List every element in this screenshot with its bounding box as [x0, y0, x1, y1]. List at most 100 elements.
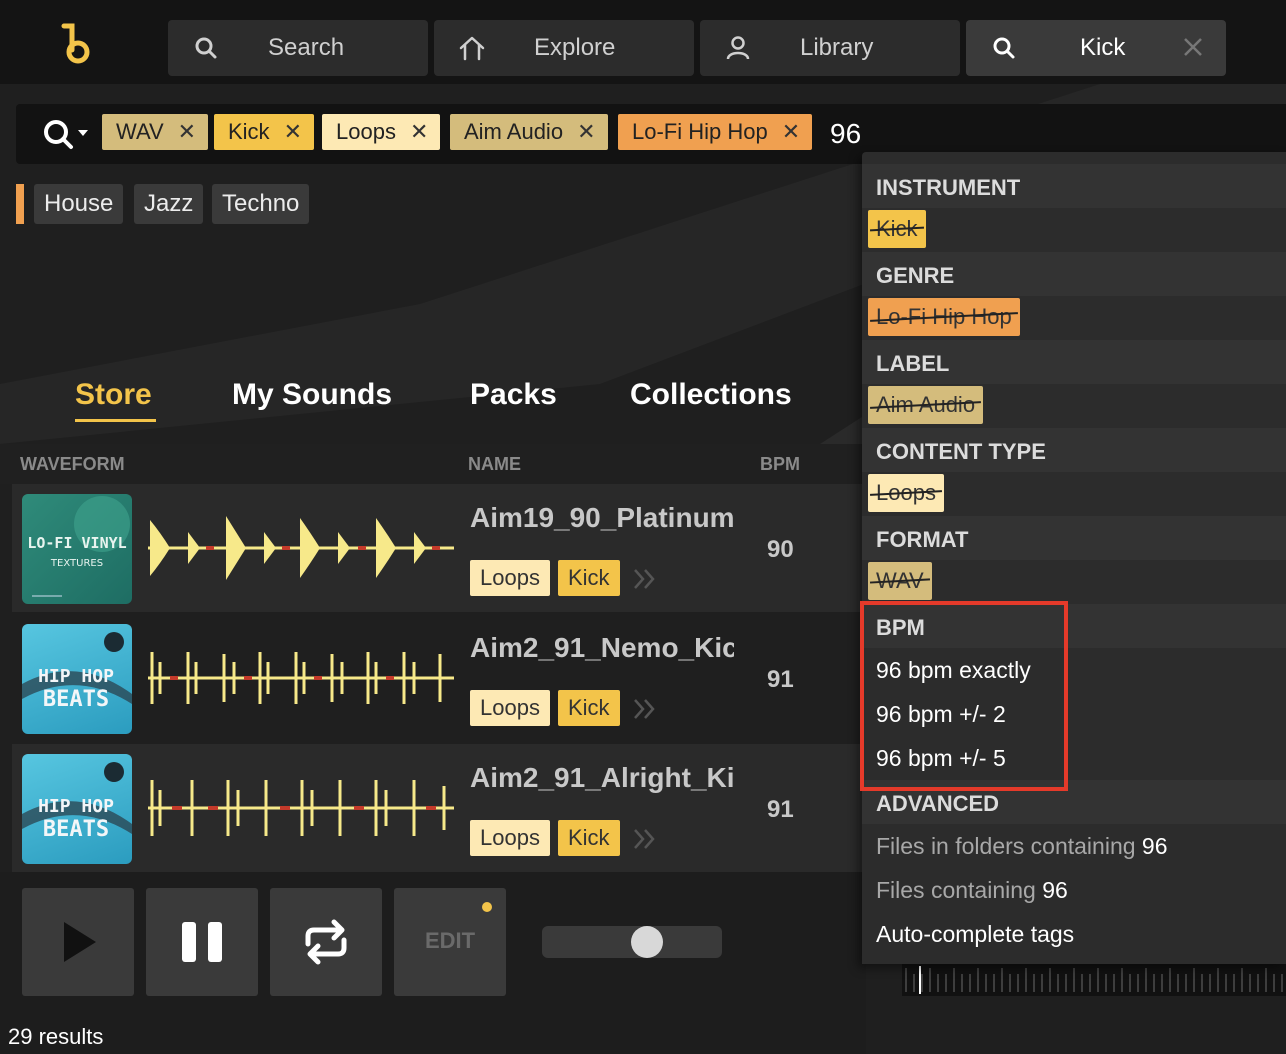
table-row[interactable]: HIP HOP BEATS Aim2_91_Nemo_Kic Loops Kic…: [12, 614, 866, 742]
nav-tab-label: Kick: [1080, 34, 1126, 61]
app-logo[interactable]: [56, 22, 96, 66]
tab-store[interactable]: Store: [75, 378, 152, 412]
remove-chip-icon[interactable]: ✕: [284, 119, 302, 145]
results-count: 29 results: [8, 1024, 104, 1049]
pack-cover[interactable]: LO-FI VINYL TEXTURES: [22, 494, 132, 604]
sample-bpm: 90: [767, 536, 794, 563]
loop-button[interactable]: [270, 888, 382, 996]
section-header-genre: GENRE: [862, 252, 1286, 296]
tab-collections[interactable]: Collections: [630, 378, 792, 412]
active-tab-underline: [75, 419, 156, 422]
close-tab-icon[interactable]: [1180, 34, 1206, 60]
search-icon: [993, 37, 1015, 59]
search-options-icon[interactable]: [42, 116, 92, 152]
filter-chip-loops[interactable]: Loops ✕: [322, 114, 441, 150]
more-tags-icon[interactable]: [632, 566, 658, 592]
nav-tab-search[interactable]: Search: [168, 20, 428, 76]
chip-label: Loops: [336, 119, 396, 144]
genre-chip-jazz[interactable]: Jazz: [134, 184, 204, 224]
sample-bpm: 91: [767, 796, 794, 823]
pack-cover-art: LO-FI VINYL TEXTURES: [27, 496, 130, 597]
search-icon: [195, 37, 217, 59]
waveform[interactable]: [148, 762, 454, 854]
dropdown-tag-lofi-hip-hop[interactable]: Lo-Fi Hip Hop: [868, 298, 1020, 336]
tab-my-sounds[interactable]: My Sounds: [232, 378, 392, 412]
pause-button[interactable]: [146, 888, 258, 996]
timeline-ticks: [902, 964, 1286, 996]
edit-indicator-dot: [482, 902, 492, 912]
column-header-name[interactable]: NAME: [468, 454, 521, 475]
tag-kick[interactable]: Kick: [558, 560, 620, 596]
chip-label: WAV: [116, 119, 164, 144]
tab-packs[interactable]: Packs: [470, 378, 557, 412]
pause-icon: [182, 922, 222, 962]
cover-subtitle: BEATS: [43, 817, 109, 842]
section-title: LABEL: [876, 351, 950, 376]
sample-bpm: 91: [767, 666, 794, 693]
waveform[interactable]: [148, 632, 454, 724]
remove-chip-icon[interactable]: ✕: [410, 119, 428, 145]
genre-indicator: [16, 184, 24, 224]
cover-subtitle: BEATS: [43, 687, 109, 712]
advanced-option-files[interactable]: Files containing 96: [876, 877, 1068, 904]
more-tags-icon[interactable]: [632, 696, 658, 722]
dropdown-tag-loops[interactable]: Loops: [868, 474, 944, 512]
dropdown-tag-kick[interactable]: Kick: [868, 210, 926, 248]
more-tags-icon[interactable]: [632, 826, 658, 852]
filter-chip-kick[interactable]: Kick ✕: [214, 114, 314, 150]
table-row[interactable]: HIP HOP BEATS Aim2_91_Alright_Ki Loops K…: [12, 744, 866, 872]
table-row[interactable]: LO-FI VINYL TEXTURES Aim19_90_Platinum L…: [12, 484, 866, 612]
option-query: 96: [1141, 833, 1168, 859]
chip-label: Kick: [228, 119, 270, 144]
remove-chip-icon[interactable]: ✕: [782, 119, 800, 145]
filter-chip-aim-audio[interactable]: Aim Audio ✕: [450, 114, 608, 150]
tag-loops[interactable]: Loops: [470, 690, 550, 726]
tag-loops[interactable]: Loops: [470, 820, 550, 856]
column-header-bpm[interactable]: BPM: [760, 454, 800, 475]
tag-kick[interactable]: Kick: [558, 820, 620, 856]
genre-chip-techno[interactable]: Techno: [212, 184, 310, 224]
pack-cover[interactable]: HIP HOP BEATS: [22, 754, 132, 864]
cover-subtitle: TEXTURES: [50, 558, 103, 569]
table-header: [0, 444, 866, 484]
edit-label: EDIT: [424, 928, 476, 953]
dropdown-tag-aim-audio[interactable]: Aim Audio: [868, 386, 984, 424]
advanced-option-folders[interactable]: Files in folders containing 96: [876, 833, 1168, 860]
filter-chip-lofi-hip-hop[interactable]: Lo-Fi Hip Hop ✕: [618, 114, 813, 150]
section-header-instrument: INSTRUMENT: [862, 164, 1286, 208]
nav-tab-label: Library: [800, 34, 874, 61]
dropdown-tag-wav[interactable]: WAV: [868, 562, 932, 600]
cover-title: HIP HOP: [38, 796, 114, 817]
sample-name[interactable]: Aim2_91_Alright_Ki: [470, 762, 734, 794]
nav-tab-explore[interactable]: Explore: [434, 20, 694, 76]
waveform[interactable]: [148, 502, 454, 594]
play-button[interactable]: [22, 888, 134, 996]
pack-cover-art: HIP HOP BEATS: [22, 762, 132, 842]
section-title: GENRE: [876, 263, 955, 288]
nav-tab-library[interactable]: Library: [700, 20, 960, 76]
sample-name[interactable]: Aim2_91_Nemo_Kic: [470, 632, 734, 664]
slider-knob[interactable]: [631, 926, 663, 958]
genre-chip-house[interactable]: House: [34, 184, 124, 224]
nav-tab-kick[interactable]: Kick: [966, 20, 1226, 76]
nav-tab-label: Explore: [534, 34, 616, 61]
user-icon: [726, 36, 750, 60]
volume-slider[interactable]: [542, 926, 722, 958]
tag-kick[interactable]: Kick: [558, 690, 620, 726]
section-title: INSTRUMENT: [876, 175, 1021, 200]
filter-chip-wav[interactable]: WAV ✕: [102, 114, 209, 150]
edit-button[interactable]: EDIT: [394, 888, 506, 996]
cover-title: HIP HOP: [38, 666, 114, 687]
pack-cover[interactable]: HIP HOP BEATS: [22, 624, 132, 734]
remove-chip-icon[interactable]: ✕: [577, 119, 595, 145]
column-header-waveform[interactable]: WAVEFORM: [20, 454, 125, 475]
advanced-option-autocomplete[interactable]: Auto-complete tags: [876, 921, 1074, 948]
option-prefix: Files in folders containing: [876, 833, 1136, 859]
remove-chip-icon[interactable]: ✕: [178, 119, 196, 145]
section-title: CONTENT TYPE: [876, 439, 1046, 464]
search-input[interactable]: 96: [830, 118, 861, 150]
option-prefix: Files containing: [876, 877, 1036, 903]
sample-name[interactable]: Aim19_90_Platinum: [470, 502, 734, 534]
tag-loops[interactable]: Loops: [470, 560, 550, 596]
bpm-highlight-box: [860, 601, 1068, 791]
